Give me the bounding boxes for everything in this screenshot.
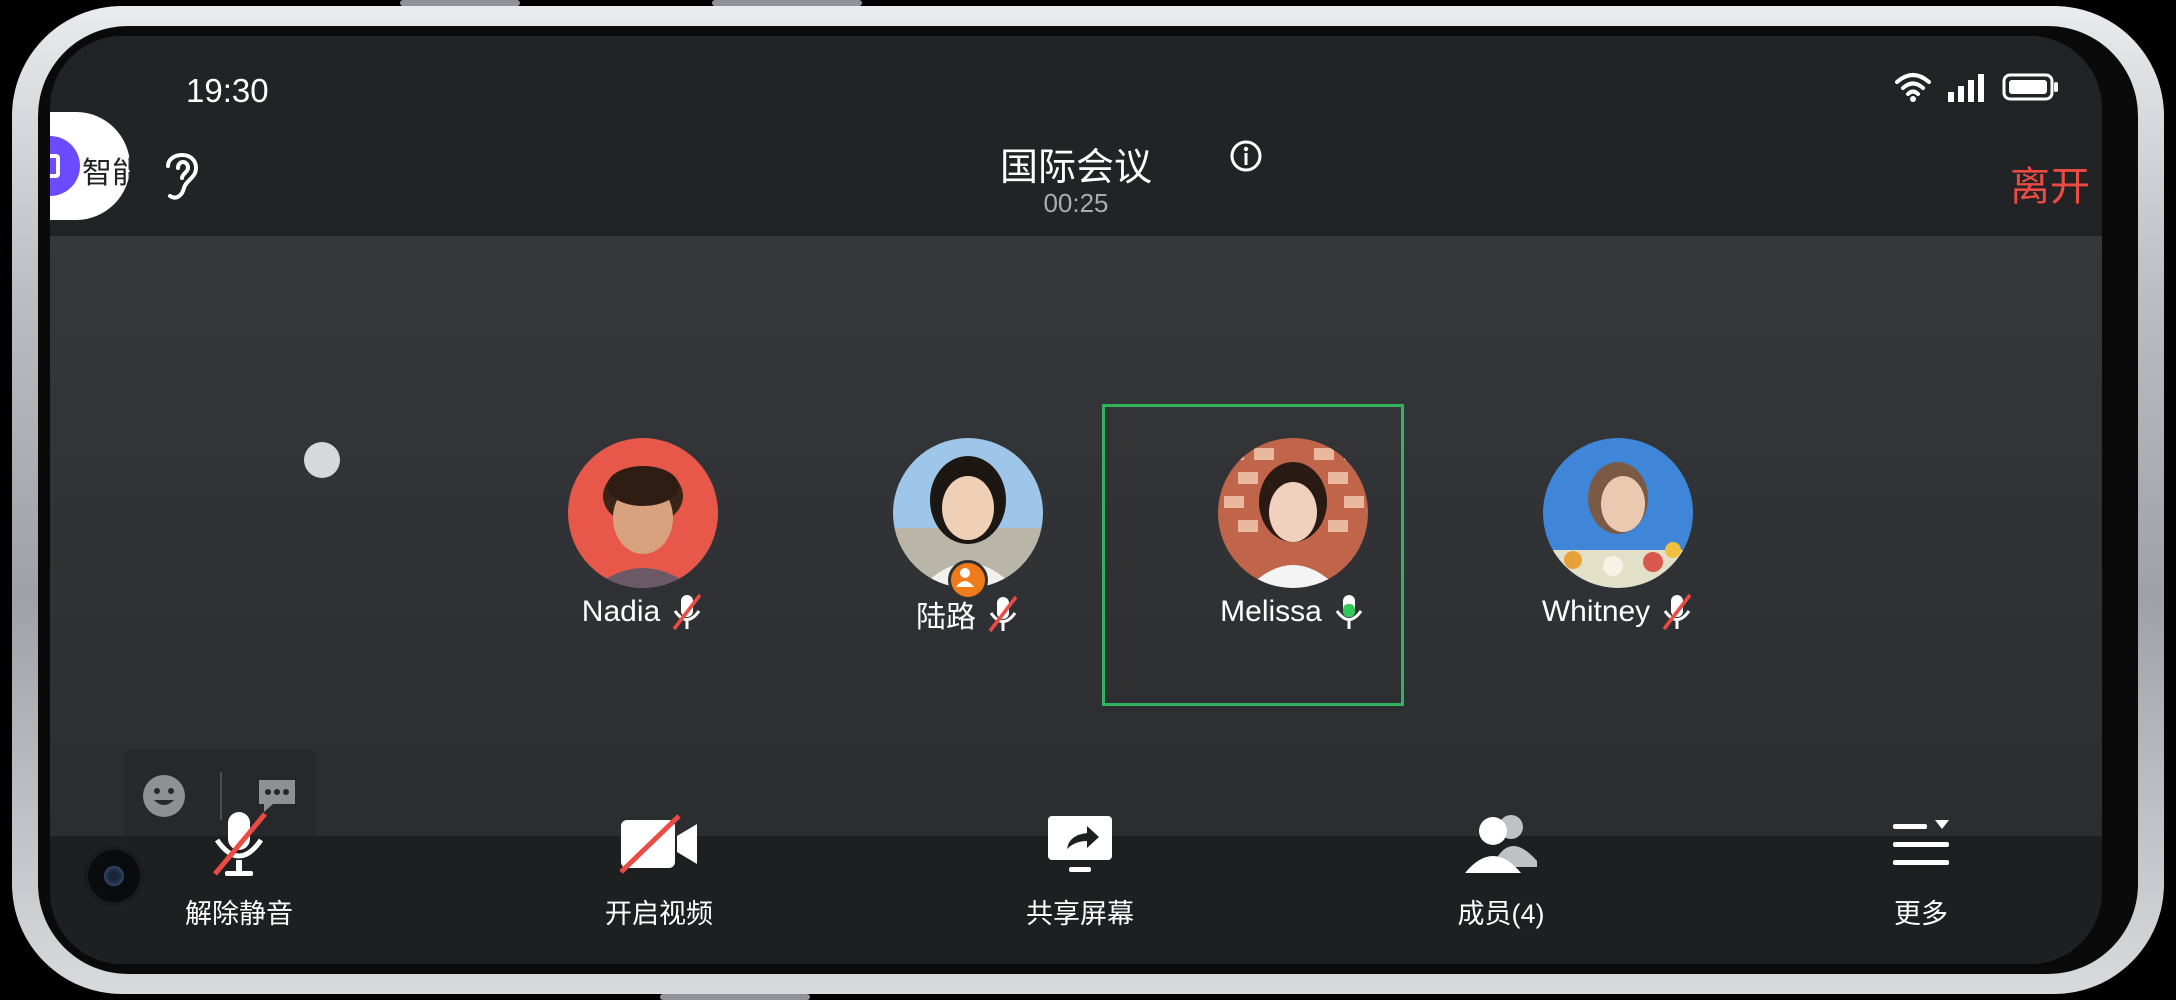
members-label: 成员(4)	[1457, 899, 1545, 929]
info-icon[interactable]	[1229, 139, 1263, 173]
floating-dot[interactable]	[304, 442, 340, 478]
mic-muted-icon	[988, 595, 1018, 633]
leave-button[interactable]: 离开	[2010, 154, 2090, 212]
meeting-title: 国际会议	[999, 147, 1152, 189]
unmute-label: 解除静音	[185, 899, 293, 929]
participant-name: Nadia	[581, 595, 661, 628]
participant-name-row: Nadia	[513, 592, 773, 632]
more-label: 更多	[1894, 899, 1948, 929]
front-camera	[88, 850, 140, 902]
mic-active-icon	[1335, 595, 1363, 629]
participant-name-row: Whitney	[1488, 592, 1748, 632]
mic-muted-icon	[672, 593, 702, 631]
members-icon	[1465, 815, 1537, 873]
participant-name-row: 陆路	[838, 592, 1098, 636]
participant-name: Melissa	[1220, 595, 1322, 628]
more-button[interactable]: 更多	[1821, 806, 2021, 931]
participant-name: 陆路	[916, 601, 976, 634]
share-screen-button[interactable]: 共享屏幕	[980, 806, 1180, 931]
start-video-label: 开启视频	[605, 899, 713, 929]
mic-muted-icon	[213, 812, 267, 876]
avatar	[1218, 438, 1368, 588]
participant-name: Whitney	[1541, 595, 1651, 628]
participant-tile[interactable]: Whitney	[1488, 404, 1748, 664]
phone-side-button	[660, 994, 810, 1000]
share-screen-label: 共享屏幕	[1026, 899, 1134, 929]
signal-icon	[1948, 74, 1984, 102]
participant-tile-active[interactable]: Melissa	[1163, 404, 1423, 664]
more-menu-icon	[1893, 820, 1949, 865]
mic-muted-icon	[1662, 593, 1692, 631]
status-time: 19:30	[186, 72, 269, 109]
participant-tile[interactable]: 陆路	[838, 404, 1098, 664]
avatar	[1543, 438, 1693, 588]
video-off-icon	[619, 814, 697, 874]
share-screen-icon	[1048, 816, 1112, 872]
unmute-button[interactable]: 解除静音	[139, 806, 339, 931]
status-icons	[1894, 72, 2060, 102]
participant-stage: Nadia 陆路 Melissa Whitney	[50, 236, 2102, 842]
participant-tile[interactable]: Nadia	[513, 404, 773, 664]
members-button[interactable]: 成员(4)	[1401, 806, 1601, 931]
avatar	[568, 438, 718, 588]
participant-name-row: Melissa	[1163, 592, 1423, 632]
start-video-button[interactable]: 开启视频	[559, 806, 759, 931]
battery-icon	[2002, 73, 2058, 101]
meeting-timer: 00:25	[1043, 188, 1109, 218]
wifi-icon	[1895, 73, 1931, 102]
